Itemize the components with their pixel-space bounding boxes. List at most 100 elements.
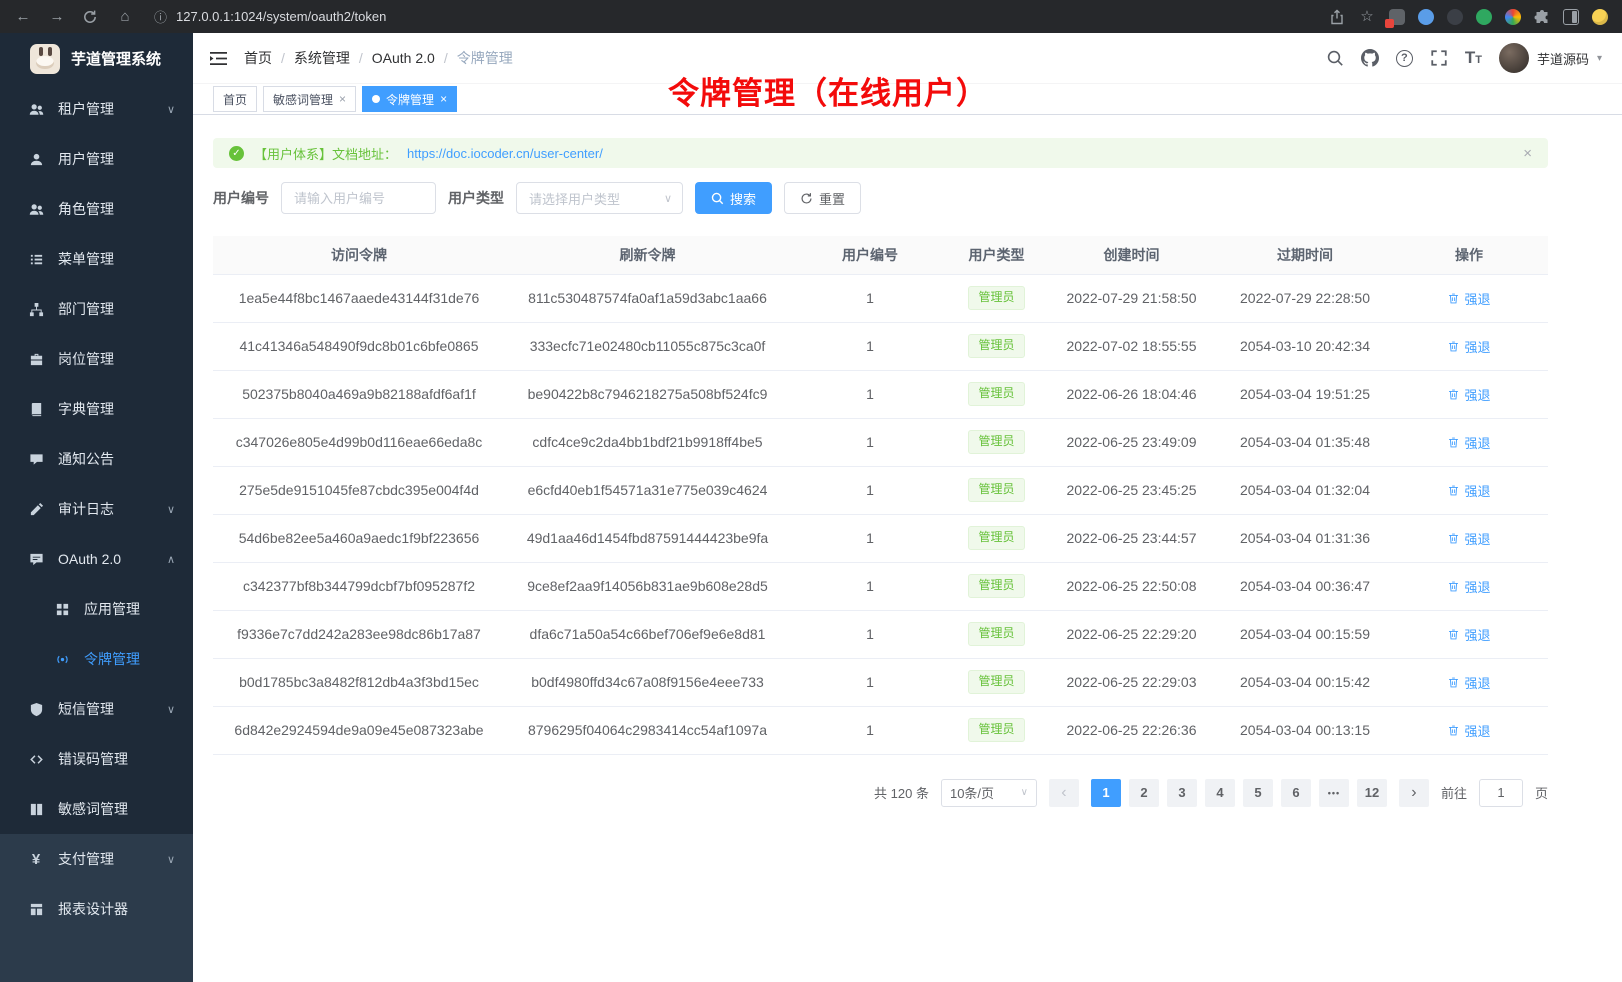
close-icon[interactable]: × [339, 92, 346, 106]
user-type-select[interactable]: 请选择用户类型 ∨ [516, 182, 683, 214]
prev-page-button[interactable]: ‹ [1049, 779, 1079, 807]
breadcrumb-home[interactable]: 首页 [244, 48, 272, 68]
logo-bar[interactable]: 芋道管理系统 [0, 33, 193, 84]
extension-green-icon[interactable] [1476, 9, 1492, 25]
sidebar-item-oauth2[interactable]: OAuth 2.0 ∧ [0, 534, 193, 584]
extensions-puzzle-icon[interactable] [1534, 9, 1550, 25]
cell-create-time: 2022-06-25 22:29:03 [1043, 658, 1220, 706]
column-header-actions: 操作 [1390, 236, 1548, 274]
hamburger-icon[interactable] [209, 49, 228, 68]
page-button[interactable]: 6 [1281, 779, 1311, 807]
post-icon [28, 351, 44, 367]
force-logout-button[interactable]: 强退 [1447, 289, 1490, 308]
sidebar-item-tenant[interactable]: 租户管理 ∨ [0, 84, 193, 134]
sidebar-item-post[interactable]: 岗位管理 [0, 334, 193, 384]
page-button[interactable]: 1 [1091, 779, 1121, 807]
force-logout-button[interactable]: 强退 [1447, 577, 1490, 596]
extension-colorful-icon[interactable] [1505, 9, 1521, 25]
page-ellipsis[interactable]: ••• [1319, 779, 1349, 807]
breadcrumb-oauth2[interactable]: OAuth 2.0 [372, 50, 435, 66]
address-bar[interactable]: ⓘ 127.0.0.1:1024/system/oauth2/token [150, 7, 1313, 26]
cell-user-type: 管理员 [950, 610, 1043, 658]
share-icon[interactable] [1329, 9, 1345, 25]
browser-back-icon[interactable]: ← [14, 9, 32, 24]
goto-page-input[interactable] [1479, 779, 1523, 807]
sidebar-item-sms[interactable]: 短信管理 ∨ [0, 684, 193, 734]
sidebar-item-report-designer[interactable]: 报表设计器 [0, 884, 193, 934]
tab-sensitive-word[interactable]: 敏感词管理 × [263, 86, 356, 112]
sidebar-item-user[interactable]: 用户管理 [0, 134, 193, 184]
force-logout-button[interactable]: 强退 [1447, 721, 1490, 740]
user-dropdown[interactable]: 芋道源码 ▾ [1499, 43, 1602, 73]
cell-expire-time: 2054-03-04 01:32:04 [1220, 466, 1390, 514]
breadcrumb-separator: / [359, 50, 363, 66]
page-size-select[interactable]: 10条/页 ∨ [941, 779, 1037, 807]
next-page-button[interactable]: › [1399, 779, 1429, 807]
browser-home-icon[interactable]: ⌂ [116, 9, 134, 24]
breadcrumb-system[interactable]: 系统管理 [294, 48, 350, 68]
page-button[interactable]: 3 [1167, 779, 1197, 807]
force-logout-button[interactable]: 强退 [1447, 433, 1490, 452]
cell-actions: 强退 [1390, 322, 1548, 370]
site-info-icon[interactable]: ⓘ [154, 7, 167, 26]
page-button[interactable]: 12 [1357, 779, 1387, 807]
dict-icon [28, 401, 44, 417]
sidebar-item-pay[interactable]: ¥ 支付管理 ∨ [0, 834, 193, 884]
sidebar-item-notice[interactable]: 通知公告 [0, 434, 193, 484]
audit-icon [28, 501, 44, 517]
cell-access-token: 275e5de9151045fe87cbdc395e004f4d [213, 466, 505, 514]
tab-home[interactable]: 首页 [213, 86, 257, 112]
column-header-access-token: 访问令牌 [213, 236, 505, 274]
page-button[interactable]: 5 [1243, 779, 1273, 807]
force-logout-button[interactable]: 强退 [1447, 529, 1490, 548]
reset-button[interactable]: 重置 [784, 182, 861, 214]
sidebar-item-label: OAuth 2.0 [58, 551, 153, 567]
doc-link[interactable]: https://doc.iocoder.cn/user-center/ [407, 146, 603, 161]
force-logout-button[interactable]: 强退 [1447, 481, 1490, 500]
sidebar-item-role[interactable]: 角色管理 [0, 184, 193, 234]
reset-button-label: 重置 [819, 189, 845, 208]
sidebar-item-menu[interactable]: 菜单管理 [0, 234, 193, 284]
side-panel-icon[interactable] [1563, 9, 1579, 25]
sidebar-item-sensitive-word[interactable]: 敏感词管理 [0, 784, 193, 834]
cell-refresh-token: 811c530487574fa0af1a59d3abc1aa66 [505, 274, 790, 322]
close-icon[interactable]: × [440, 92, 447, 106]
fullscreen-icon[interactable] [1430, 49, 1448, 67]
role-icon [28, 201, 44, 217]
search-button[interactable]: 搜索 [695, 182, 772, 214]
extension-badge-icon[interactable] [1389, 9, 1405, 25]
search-icon[interactable] [1326, 49, 1344, 67]
force-logout-button[interactable]: 强退 [1447, 625, 1490, 644]
help-icon[interactable]: ? [1396, 50, 1413, 67]
user-avatar [1499, 43, 1529, 73]
page-button[interactable]: 2 [1129, 779, 1159, 807]
extension-dark-icon[interactable] [1447, 9, 1463, 25]
browser-reload-icon[interactable] [82, 9, 100, 25]
app-shell: 芋道管理系统 租户管理 ∨ 用户管理 角色管理 菜单管理 [0, 33, 1622, 982]
sidebar-item-oauth2-app[interactable]: 应用管理 [0, 584, 193, 634]
table-row: 1ea5e44f8bc1467aaede43144f31de76 811c530… [213, 274, 1548, 322]
extension-blue-icon[interactable] [1418, 9, 1434, 25]
force-logout-button[interactable]: 强退 [1447, 673, 1490, 692]
browser-profile-avatar[interactable] [1592, 9, 1608, 25]
filter-form: 用户编号 用户类型 请选择用户类型 ∨ 搜索 重置 [213, 182, 1622, 214]
cell-user-type: 管理员 [950, 706, 1043, 754]
sidebar-item-errcode[interactable]: 错误码管理 [0, 734, 193, 784]
table-row: b0d1785bc3a8482f812db4a3f3bd15ec b0df498… [213, 658, 1548, 706]
sidebar-item-oauth2-token[interactable]: 令牌管理 [0, 634, 193, 684]
sidebar-item-dept[interactable]: 部门管理 [0, 284, 193, 334]
bookmark-star-icon[interactable]: ☆ [1358, 9, 1376, 24]
force-logout-button[interactable]: 强退 [1447, 337, 1490, 356]
page-button[interactable]: 4 [1205, 779, 1235, 807]
font-size-icon[interactable]: TT [1465, 48, 1482, 68]
cell-expire-time: 2054-03-04 00:36:47 [1220, 562, 1390, 610]
sidebar-item-dict[interactable]: 字典管理 [0, 384, 193, 434]
sidebar-item-audit[interactable]: 审计日志 ∨ [0, 484, 193, 534]
cell-user-id: 1 [790, 706, 950, 754]
tab-token[interactable]: 令牌管理 × [362, 86, 457, 112]
alert-close-icon[interactable]: × [1523, 145, 1532, 162]
github-icon[interactable] [1361, 49, 1379, 67]
user-id-input[interactable] [281, 182, 436, 214]
force-logout-button[interactable]: 强退 [1447, 385, 1490, 404]
browser-forward-icon[interactable]: → [48, 9, 66, 24]
